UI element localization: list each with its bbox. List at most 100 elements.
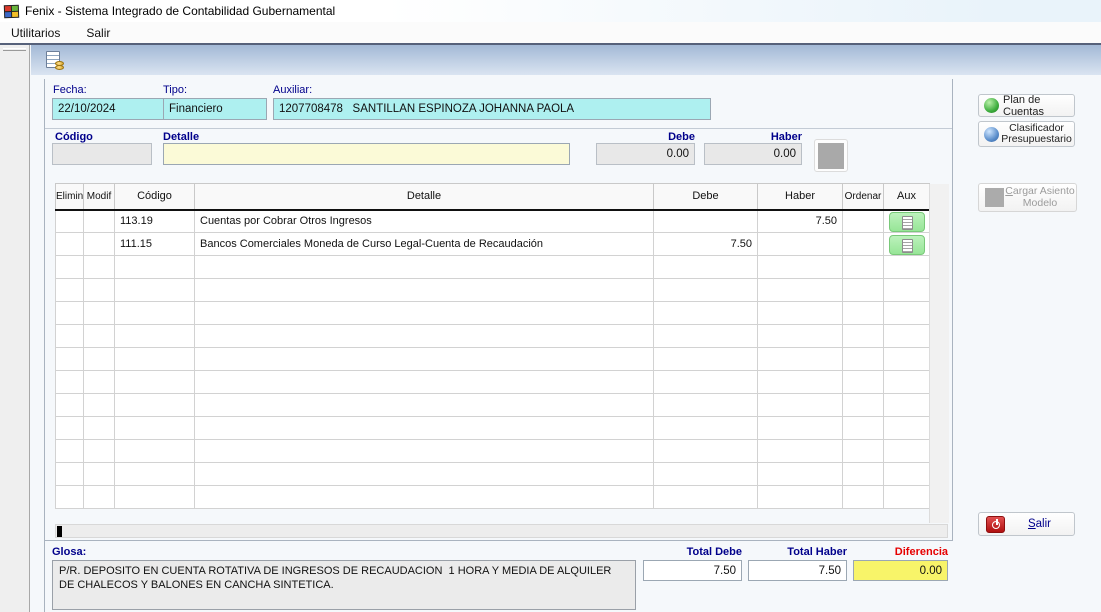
column-header-haber[interactable]: Haber	[758, 184, 843, 210]
cell-codigo	[115, 417, 195, 440]
scrollbar-thumb[interactable]	[57, 526, 62, 537]
cell-codigo	[115, 348, 195, 371]
cell-haber	[758, 463, 843, 486]
table-row[interactable]	[56, 325, 930, 348]
debe-label: Debe	[596, 131, 695, 143]
plan-de-cuentas-button[interactable]: Plan de Cuentas	[978, 94, 1075, 117]
cell-codigo	[115, 302, 195, 325]
table-row[interactable]	[56, 417, 930, 440]
cell-detalle	[195, 325, 654, 348]
cell-modif	[84, 463, 115, 486]
cell-haber	[758, 302, 843, 325]
column-header-aux[interactable]: Aux	[884, 184, 930, 210]
table-row[interactable]	[56, 463, 930, 486]
table-row[interactable]	[56, 302, 930, 325]
detalle-field[interactable]	[163, 143, 570, 165]
cell-detalle	[195, 486, 654, 509]
document-icon	[902, 239, 913, 253]
fecha-field[interactable]	[52, 98, 166, 120]
cell-haber	[758, 394, 843, 417]
cell-haber	[758, 325, 843, 348]
cargar-asiento-modelo-button[interactable]: Cargar Asiento Modelo	[978, 183, 1077, 212]
aux-detail-button[interactable]	[889, 212, 925, 232]
cell-elimin	[56, 233, 84, 256]
entries-table: Elimin Modif Código Detalle Debe Haber O…	[55, 183, 930, 509]
total-haber-label: Total Haber	[748, 546, 847, 558]
cell-ordenar	[843, 394, 884, 417]
cell-ordenar	[843, 256, 884, 279]
salir-label: Salir	[1005, 518, 1074, 530]
cell-modif	[84, 256, 115, 279]
cell-ordenar	[843, 233, 884, 256]
coin-icon	[55, 65, 64, 70]
table-row[interactable]	[56, 279, 930, 302]
cell-haber	[758, 256, 843, 279]
debe-field[interactable]	[596, 143, 695, 165]
window-title: Fenix - Sistema Integrado de Contabilida…	[25, 4, 335, 18]
auxiliar-field[interactable]	[273, 98, 711, 120]
table-row[interactable]: 113.19Cuentas por Cobrar Otros Ingresos7…	[56, 210, 930, 233]
cell-aux	[884, 486, 930, 509]
plan-de-cuentas-label: Plan de Cuentas	[1003, 94, 1074, 118]
cell-aux	[884, 233, 930, 256]
gray-square-icon	[818, 143, 844, 169]
haber-field[interactable]	[704, 143, 802, 165]
cell-haber	[758, 233, 843, 256]
cell-elimin	[56, 486, 84, 509]
table-row[interactable]	[56, 440, 930, 463]
cell-debe	[654, 256, 758, 279]
total-debe-label: Total Debe	[643, 546, 742, 558]
cell-detalle	[195, 417, 654, 440]
cell-aux	[884, 463, 930, 486]
tipo-label: Tipo:	[163, 84, 187, 96]
table-row[interactable]	[56, 256, 930, 279]
table-row[interactable]	[56, 394, 930, 417]
vertical-scrollbar[interactable]	[929, 184, 949, 523]
cell-codigo	[115, 279, 195, 302]
menu-bar: Utilitarios Salir	[0, 22, 1101, 43]
add-entry-button[interactable]	[814, 139, 848, 172]
aux-detail-button[interactable]	[889, 235, 925, 255]
cell-elimin	[56, 440, 84, 463]
cell-debe	[654, 210, 758, 233]
cell-aux	[884, 394, 930, 417]
column-header-codigo[interactable]: Código	[115, 184, 195, 210]
glosa-textarea[interactable]: P/R. DEPOSITO EN CUENTA ROTATIVA DE INGR…	[52, 560, 636, 610]
horizontal-scrollbar[interactable]	[55, 524, 948, 538]
cell-codigo	[115, 486, 195, 509]
table-row[interactable]	[56, 348, 930, 371]
cell-modif	[84, 417, 115, 440]
cell-elimin	[56, 302, 84, 325]
entries-table-container: Elimin Modif Código Detalle Debe Haber O…	[55, 183, 930, 509]
column-header-modif[interactable]: Modif	[84, 184, 115, 210]
cell-aux	[884, 279, 930, 302]
glosa-label: Glosa:	[52, 546, 86, 558]
gray-square-icon	[985, 188, 1004, 207]
cell-ordenar	[843, 417, 884, 440]
column-header-detalle[interactable]: Detalle	[195, 184, 654, 210]
menu-item-utilitarios[interactable]: Utilitarios	[8, 24, 63, 42]
salir-button[interactable]: Salir	[978, 512, 1075, 536]
cell-elimin	[56, 210, 84, 233]
table-row[interactable]: 111.15Bancos Comerciales Moneda de Curso…	[56, 233, 930, 256]
left-panel	[0, 45, 30, 612]
cell-detalle	[195, 440, 654, 463]
column-header-debe[interactable]: Debe	[654, 184, 758, 210]
cell-modif	[84, 371, 115, 394]
cargar-asiento-label: Cargar Asiento Modelo	[1004, 186, 1076, 209]
panel-grip-handle[interactable]	[3, 48, 26, 51]
menu-item-salir[interactable]: Salir	[83, 24, 113, 42]
cell-ordenar	[843, 210, 884, 233]
table-row[interactable]	[56, 371, 930, 394]
codigo-field[interactable]	[52, 143, 152, 165]
column-header-ordenar[interactable]: Ordenar	[843, 184, 884, 210]
cell-haber: 7.50	[758, 210, 843, 233]
new-entry-button[interactable]	[44, 50, 66, 72]
table-row[interactable]	[56, 486, 930, 509]
container-border-left	[44, 79, 45, 612]
cell-codigo	[115, 394, 195, 417]
column-header-elimin[interactable]: Elimin	[56, 184, 84, 210]
clasificador-presupuestario-button[interactable]: Clasificador Presupuestario	[978, 121, 1075, 147]
tipo-field[interactable]	[163, 98, 267, 120]
cell-ordenar	[843, 371, 884, 394]
